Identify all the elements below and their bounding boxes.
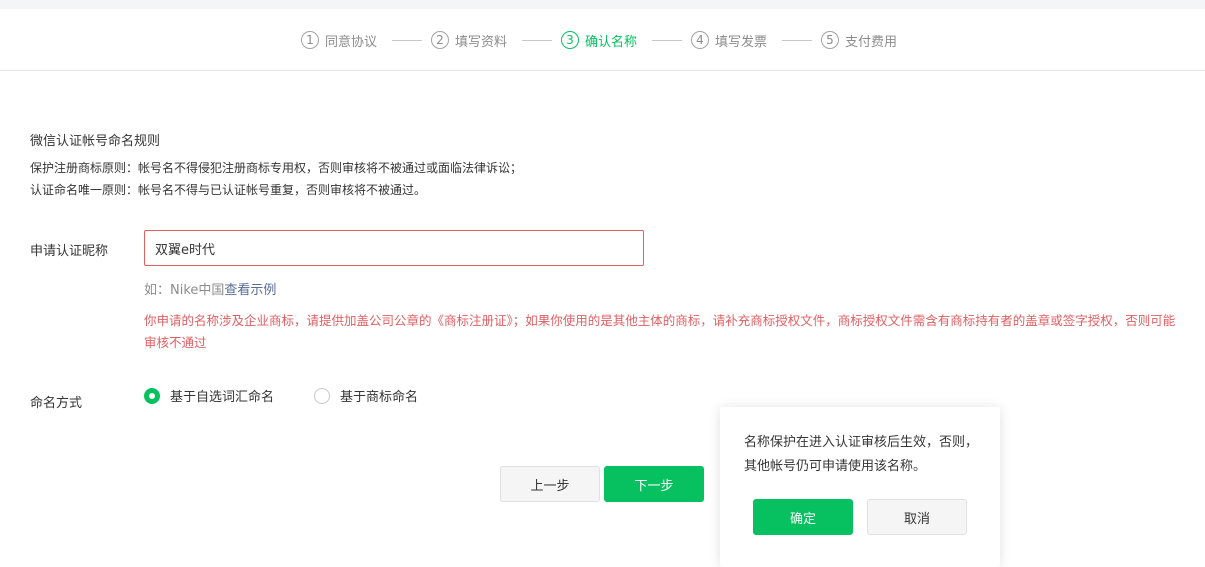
rule-trademark: 保护注册商标原则：帐号名不得侵犯注册商标专用权，否则审核将不被通过或面临法律诉讼…	[30, 161, 523, 175]
step-4: 4 填写发票	[691, 30, 767, 50]
step-connector	[652, 40, 682, 41]
rule-uniqueness: 认证命名唯一原则：帐号名不得与已认证帐号重复，否则审核将不被通过。	[30, 183, 427, 197]
step-2-number: 2	[431, 31, 449, 49]
step-5-number: 5	[821, 31, 839, 49]
step-1-label: 同意协议	[325, 34, 378, 50]
radio-trademark-label: 基于商标命名	[340, 390, 419, 405]
step-2-label: 填写资料	[455, 34, 508, 50]
nickname-example: 如：Nike中国查看示例	[144, 279, 276, 298]
step-4-number: 4	[691, 31, 709, 49]
step-4-label: 填写发票	[715, 34, 768, 50]
step-1-number: 1	[301, 31, 319, 49]
view-example-link[interactable]: 查看示例	[224, 283, 276, 298]
naming-method-label: 命名方式	[30, 396, 83, 411]
radio-custom-words-label: 基于自选词汇命名	[170, 390, 275, 405]
next-step-button[interactable]: 下一步	[604, 466, 704, 502]
step-5-label: 支付费用	[845, 34, 898, 50]
example-text: 如：Nike中国	[144, 283, 225, 298]
step-3-label: 确认名称	[585, 34, 638, 50]
name-protection-popover: 名称保护在进入认证审核后生效，否则，其他帐号仍可申请使用该名称。 确定 取消	[720, 407, 1000, 567]
nickname-input[interactable]	[144, 230, 644, 266]
naming-rules-title: 微信认证帐号命名规则	[30, 134, 161, 149]
step-connector	[522, 40, 552, 41]
radio-custom-words[interactable]: 基于自选词汇命名	[144, 386, 274, 405]
prev-step-button[interactable]: 上一步	[500, 466, 600, 502]
step-5: 5 支付费用	[821, 30, 897, 50]
nickname-label: 申请认证昵称	[30, 244, 109, 259]
popover-confirm-button[interactable]: 确定	[753, 499, 853, 535]
trademark-error-message: 你申请的名称涉及企业商标，请提供加盖公司公章的《商标注册证》；如果你使用的是其他…	[144, 313, 1176, 350]
step-2: 2 填写资料	[431, 30, 507, 50]
popover-cancel-button[interactable]: 取消	[867, 499, 967, 535]
steps-progress-bar: 1 同意协议 2 填写资料 3 确认名称 4 填写发票 5 支付费用	[0, 9, 1205, 71]
step-1: 1 同意协议	[301, 30, 377, 50]
step-3-number: 3	[561, 31, 579, 49]
step-connector	[782, 40, 812, 41]
popover-message: 名称保护在进入认证审核后生效，否则，其他帐号仍可申请使用该名称。	[744, 435, 979, 474]
radio-checked-icon	[144, 387, 160, 404]
step-3: 3 确认名称	[561, 30, 637, 50]
step-connector	[392, 40, 422, 41]
radio-trademark[interactable]: 基于商标命名	[314, 386, 418, 405]
radio-unchecked-icon	[314, 387, 330, 404]
top-strip	[0, 0, 1205, 9]
